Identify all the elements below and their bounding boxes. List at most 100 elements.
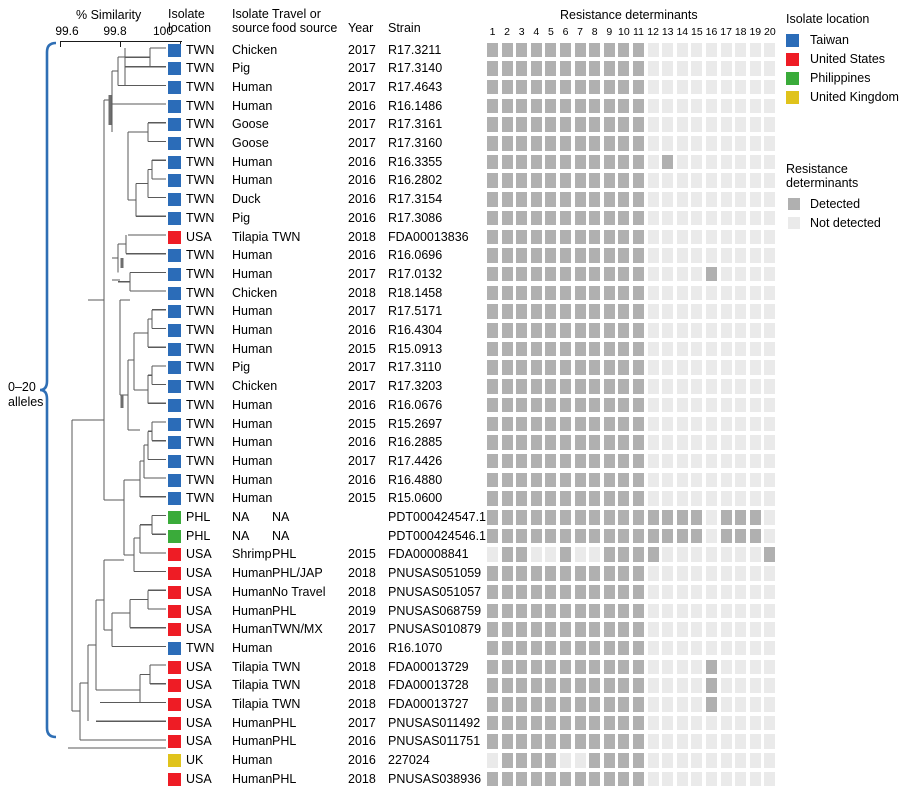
heatmap-cell[interactable] bbox=[764, 771, 776, 787]
heatmap-cell[interactable] bbox=[647, 697, 659, 712]
heatmap-cell[interactable] bbox=[603, 547, 615, 562]
heatmap-cell[interactable] bbox=[735, 491, 747, 506]
heatmap-cell[interactable] bbox=[501, 734, 513, 749]
heatmap-cell[interactable] bbox=[560, 266, 572, 282]
heatmap-cell[interactable] bbox=[574, 678, 586, 693]
heatmap-cell[interactable] bbox=[764, 117, 776, 132]
heatmap-cell[interactable] bbox=[749, 117, 761, 132]
heatmap-cell[interactable] bbox=[589, 79, 601, 95]
heatmap-cell[interactable] bbox=[647, 453, 659, 469]
heatmap-cell[interactable] bbox=[545, 678, 557, 693]
heatmap-cell[interactable] bbox=[516, 229, 528, 245]
heatmap-cell[interactable] bbox=[691, 61, 703, 76]
table-row[interactable]: TWN Human 2015 R15.0600 bbox=[0, 489, 480, 508]
heatmap-cell[interactable] bbox=[764, 715, 776, 731]
heatmap-cell[interactable] bbox=[560, 117, 572, 132]
heatmap-cell[interactable] bbox=[501, 640, 513, 656]
heatmap-cell[interactable] bbox=[560, 547, 572, 562]
heatmap-cell[interactable] bbox=[720, 640, 732, 656]
heatmap-cell[interactable] bbox=[603, 173, 615, 188]
heatmap-cell[interactable] bbox=[487, 603, 499, 619]
heatmap-cell[interactable] bbox=[560, 528, 572, 544]
heatmap-cell[interactable] bbox=[530, 603, 542, 619]
heatmap-cell[interactable] bbox=[676, 603, 688, 619]
heatmap-cell[interactable] bbox=[749, 528, 761, 544]
heatmap-cell[interactable] bbox=[691, 285, 703, 301]
heatmap-cell[interactable] bbox=[735, 771, 747, 787]
heatmap-cell[interactable] bbox=[749, 42, 761, 58]
heatmap-cell[interactable] bbox=[560, 323, 572, 338]
heatmap-cell[interactable] bbox=[764, 341, 776, 357]
heatmap-cell[interactable] bbox=[618, 697, 630, 712]
heatmap-cell[interactable] bbox=[487, 266, 499, 282]
heatmap-cell[interactable] bbox=[618, 360, 630, 375]
heatmap-cell[interactable] bbox=[603, 753, 615, 768]
heatmap-cell[interactable] bbox=[603, 379, 615, 394]
table-row[interactable]: USA Human No Travel 2018 PNUSAS051057 bbox=[0, 583, 481, 602]
heatmap-cell[interactable] bbox=[545, 697, 557, 712]
heatmap-cell[interactable] bbox=[662, 229, 674, 245]
heatmap-cell[interactable] bbox=[545, 79, 557, 95]
heatmap-cell[interactable] bbox=[560, 42, 572, 58]
heatmap-cell[interactable] bbox=[633, 379, 645, 394]
heatmap-cell[interactable] bbox=[706, 397, 718, 413]
heatmap-cell[interactable] bbox=[589, 510, 601, 525]
heatmap-cell[interactable] bbox=[662, 435, 674, 450]
heatmap-cell[interactable] bbox=[633, 341, 645, 357]
heatmap-cell[interactable] bbox=[530, 678, 542, 693]
heatmap-cell[interactable] bbox=[530, 640, 542, 656]
heatmap-cell[interactable] bbox=[676, 435, 688, 450]
heatmap-cell[interactable] bbox=[589, 173, 601, 188]
heatmap-cell[interactable] bbox=[487, 136, 499, 151]
heatmap-cell[interactable] bbox=[720, 566, 732, 581]
heatmap-cell[interactable] bbox=[647, 117, 659, 132]
table-row[interactable]: TWN Chicken 2017 R17.3203 bbox=[0, 377, 480, 396]
heatmap-cell[interactable] bbox=[720, 528, 732, 544]
heatmap-cell[interactable] bbox=[720, 753, 732, 768]
heatmap-cell[interactable] bbox=[662, 584, 674, 600]
heatmap-cell[interactable] bbox=[735, 715, 747, 731]
heatmap-cell[interactable] bbox=[706, 659, 718, 675]
heatmap-cell[interactable] bbox=[501, 416, 513, 432]
heatmap-cell[interactable] bbox=[676, 697, 688, 712]
heatmap-cell[interactable] bbox=[735, 528, 747, 544]
heatmap-cell[interactable] bbox=[647, 603, 659, 619]
heatmap-cell[interactable] bbox=[676, 715, 688, 731]
heatmap-cell[interactable] bbox=[545, 603, 557, 619]
heatmap-cell[interactable] bbox=[530, 472, 542, 488]
heatmap-cell[interactable] bbox=[749, 397, 761, 413]
heatmap-cell[interactable] bbox=[530, 304, 542, 319]
heatmap-cell[interactable] bbox=[618, 659, 630, 675]
heatmap-cell[interactable] bbox=[691, 229, 703, 245]
heatmap-cell[interactable] bbox=[487, 61, 499, 76]
heatmap-cell[interactable] bbox=[735, 285, 747, 301]
heatmap-cell[interactable] bbox=[530, 154, 542, 170]
heatmap-cell[interactable] bbox=[603, 528, 615, 544]
heatmap-cell[interactable] bbox=[603, 715, 615, 731]
heatmap-cell[interactable] bbox=[487, 472, 499, 488]
heatmap-cell[interactable] bbox=[516, 547, 528, 562]
heatmap-cell[interactable] bbox=[647, 622, 659, 637]
heatmap-cell[interactable] bbox=[545, 379, 557, 394]
heatmap-cell[interactable] bbox=[764, 304, 776, 319]
heatmap-cell[interactable] bbox=[603, 61, 615, 76]
heatmap-cell[interactable] bbox=[706, 566, 718, 581]
heatmap-cell[interactable] bbox=[749, 61, 761, 76]
heatmap-cell[interactable] bbox=[530, 528, 542, 544]
heatmap-cell[interactable] bbox=[545, 341, 557, 357]
heatmap-cell[interactable] bbox=[618, 117, 630, 132]
heatmap-cell[interactable] bbox=[676, 547, 688, 562]
heatmap-cell[interactable] bbox=[633, 42, 645, 58]
heatmap-cell[interactable] bbox=[530, 42, 542, 58]
heatmap-cell[interactable] bbox=[560, 379, 572, 394]
heatmap-cell[interactable] bbox=[530, 453, 542, 469]
heatmap-cell[interactable] bbox=[560, 491, 572, 506]
heatmap-cell[interactable] bbox=[618, 491, 630, 506]
heatmap-cell[interactable] bbox=[749, 323, 761, 338]
heatmap-cell[interactable] bbox=[574, 453, 586, 469]
heatmap-cell[interactable] bbox=[574, 584, 586, 600]
heatmap-cell[interactable] bbox=[691, 416, 703, 432]
heatmap-cell[interactable] bbox=[603, 304, 615, 319]
heatmap-cell[interactable] bbox=[764, 622, 776, 637]
heatmap-cell[interactable] bbox=[530, 584, 542, 600]
